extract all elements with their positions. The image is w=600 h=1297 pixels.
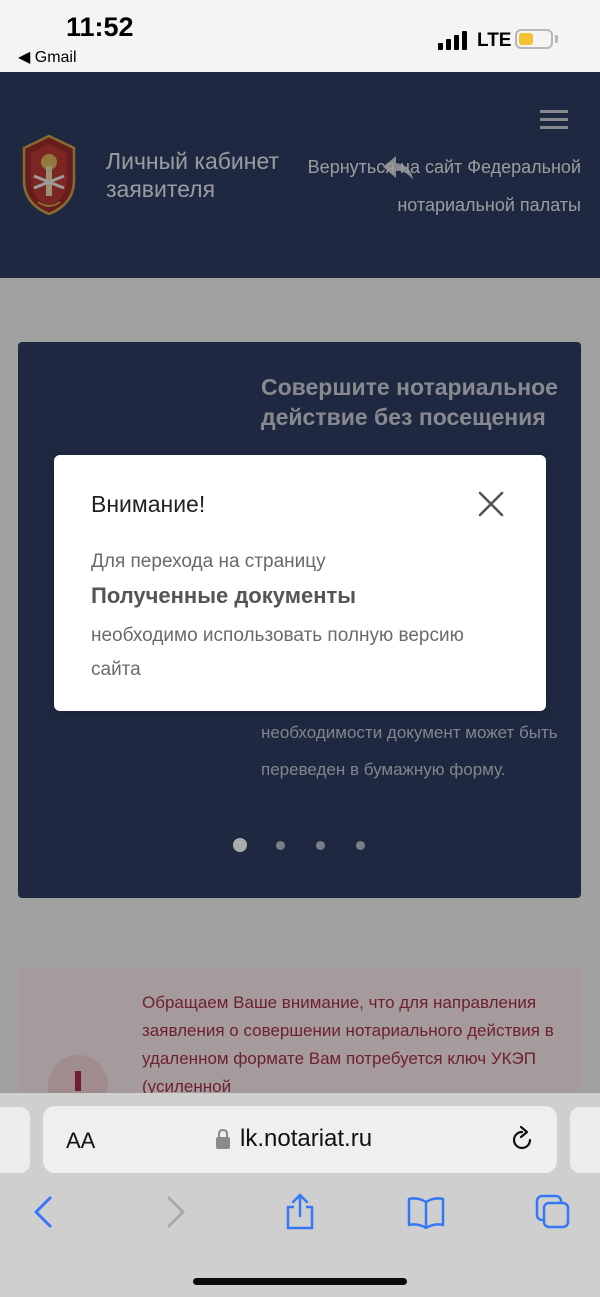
share-icon[interactable] — [280, 1192, 320, 1232]
battery-icon — [515, 29, 553, 49]
back-to-gmail-link[interactable]: ◀ Gmail — [18, 47, 77, 67]
lock-icon — [216, 1128, 230, 1149]
home-indicator[interactable] — [193, 1278, 407, 1285]
battery-level — [519, 33, 533, 45]
dialog-title: Внимание! — [91, 491, 206, 517]
reload-icon[interactable] — [508, 1126, 536, 1154]
dialog-text-line-2: необходимо использовать полную версию са… — [91, 625, 464, 680]
bookmarks-icon[interactable] — [406, 1192, 446, 1232]
network-type: LTE — [477, 30, 512, 51]
status-time: 11:52 — [66, 12, 134, 42]
dialog-text-line-1: Для перехода на страницу — [91, 551, 326, 572]
attention-dialog: Внимание! Для перехода на страницу Получ… — [54, 455, 546, 711]
battery-tip — [555, 35, 558, 43]
text-size-button[interactable]: AA — [66, 1128, 95, 1154]
next-tab-preview[interactable] — [570, 1107, 600, 1173]
url-text[interactable]: lk.notariat.ru — [240, 1125, 372, 1153]
received-documents-label: Полученные документы — [91, 583, 357, 608]
cellular-signal-icon — [438, 30, 470, 50]
forward-icon[interactable] — [155, 1192, 195, 1232]
tabs-icon[interactable] — [533, 1192, 573, 1232]
close-icon[interactable] — [478, 491, 504, 517]
text-size-label: AA — [66, 1128, 96, 1153]
previous-tab-preview[interactable] — [0, 1107, 30, 1173]
back-icon[interactable] — [24, 1192, 64, 1232]
